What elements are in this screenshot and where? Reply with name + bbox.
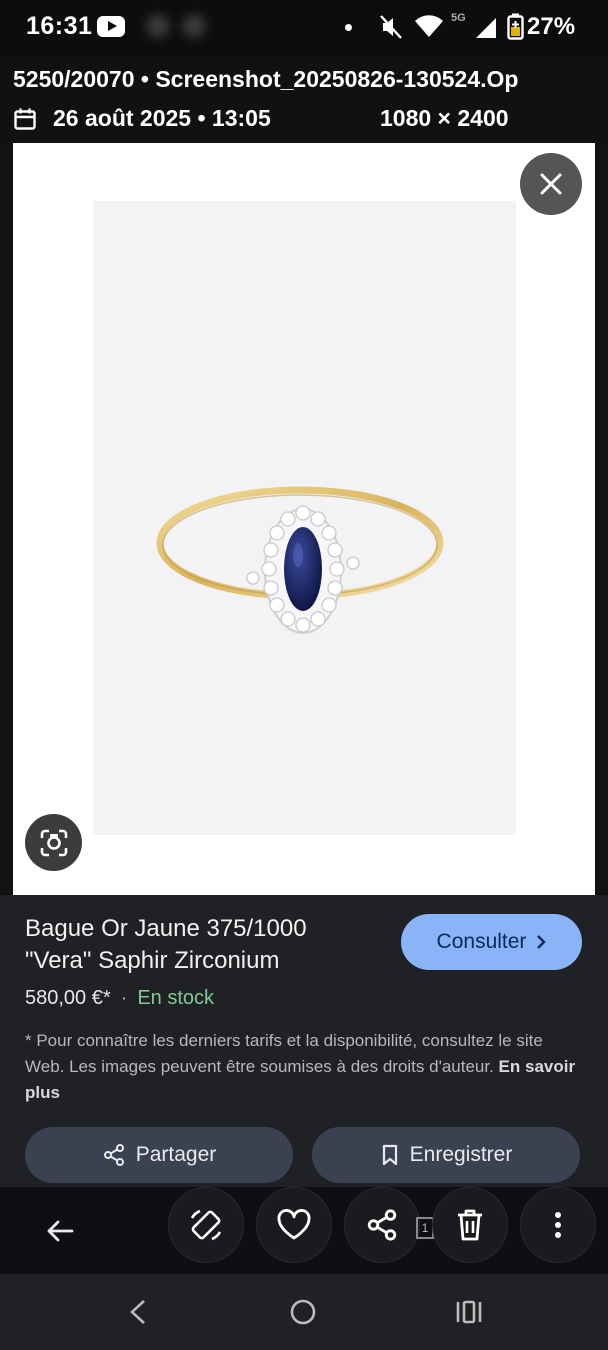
status-bar: 16:31 5G 27%	[0, 0, 608, 56]
lens-icon	[40, 829, 67, 856]
delete-button[interactable]	[432, 1187, 508, 1263]
battery-saver-icon	[507, 13, 524, 40]
notification-icon	[182, 14, 206, 38]
bookmark-icon	[382, 1144, 397, 1166]
share-icon	[103, 1144, 124, 1166]
youtube-notification-icon	[97, 16, 125, 37]
notification-icon	[146, 14, 170, 38]
favorite-button[interactable]	[256, 1187, 332, 1263]
save-label: Enregistrer	[409, 1143, 513, 1166]
more-notifications-dot-icon	[345, 24, 352, 31]
toolbar-share-button[interactable]	[344, 1187, 420, 1263]
status-time: 16:31	[26, 12, 93, 40]
heart-icon	[277, 1209, 311, 1240]
disclaimer-text: * Pour connaître les derniers tarifs et …	[25, 1028, 585, 1106]
nav-home-icon[interactable]	[289, 1298, 317, 1326]
image-title: 5250/20070 • Screenshot_20250826-130524.…	[13, 66, 519, 92]
product-info-panel: Bague Or Jaune 375/1000 "Vera" Saphir Zi…	[0, 895, 608, 1187]
nav-back-icon[interactable]	[126, 1298, 150, 1326]
mute-icon	[380, 15, 402, 39]
product-price: 580,00 €*	[25, 987, 111, 1009]
share-icon	[367, 1209, 397, 1241]
wifi-icon	[415, 15, 443, 38]
image-info-header: 5250/20070 • Screenshot_20250826-130524.…	[0, 56, 608, 142]
product-image-viewer[interactable]	[13, 143, 595, 895]
system-navigation-bar	[0, 1274, 608, 1350]
price-separator: ·	[120, 987, 128, 1009]
image-date-row: 26 août 2025 • 13:05	[13, 105, 271, 132]
chevron-right-icon	[537, 935, 547, 949]
ring-product-image	[156, 486, 444, 634]
battery-level: 27%	[527, 13, 576, 40]
image-date: 26 août 2025 • 13:05	[53, 105, 271, 131]
rotate-button[interactable]	[168, 1187, 244, 1263]
signal-icon	[476, 18, 496, 38]
network-type: 5G	[451, 12, 466, 24]
nav-recents-icon[interactable]	[455, 1298, 483, 1326]
back-arrow-button[interactable]	[42, 1213, 78, 1249]
consult-label: Consulter	[436, 930, 527, 953]
gallery-toolbar: 1	[0, 1187, 608, 1274]
image-dimensions: 1080 × 2400	[380, 105, 509, 131]
rotate-screen-icon	[190, 1209, 222, 1241]
share-label: Partager	[135, 1143, 217, 1166]
stock-status: En stock	[137, 987, 215, 1009]
more-vert-icon	[555, 1212, 561, 1238]
visual-search-button[interactable]	[25, 814, 82, 871]
close-icon	[540, 173, 562, 195]
disclaimer-body: * Pour connaître les derniers tarifs et …	[25, 1031, 543, 1076]
save-button[interactable]: Enregistrer	[312, 1127, 580, 1183]
calendar-icon	[14, 108, 36, 130]
price-row: 580,00 €* · En stock	[25, 987, 214, 1010]
consult-button[interactable]: Consulter	[401, 914, 582, 970]
product-name: Bague Or Jaune 375/1000 "Vera" Saphir Zi…	[25, 915, 307, 974]
share-button[interactable]: Partager	[25, 1127, 293, 1183]
trash-icon	[458, 1209, 482, 1241]
more-options-button[interactable]	[520, 1187, 596, 1263]
close-button[interactable]	[520, 153, 582, 215]
